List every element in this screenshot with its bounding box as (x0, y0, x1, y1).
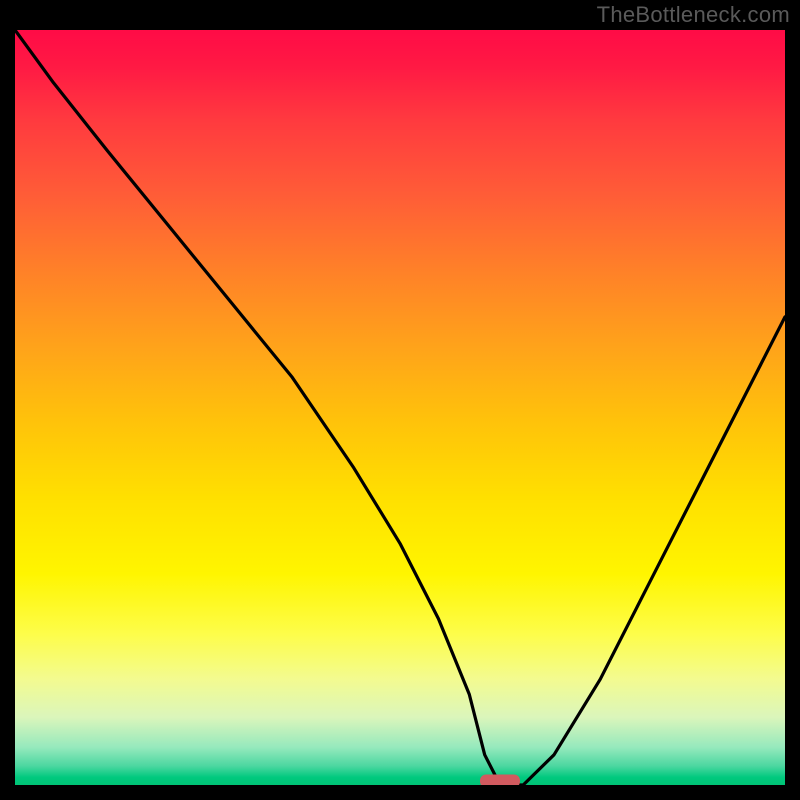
optimal-marker (480, 775, 520, 785)
bottleneck-curve-path (15, 30, 785, 785)
chart-frame: TheBottleneck.com (0, 0, 800, 800)
watermark-label: TheBottleneck.com (597, 2, 790, 28)
bottleneck-curve (15, 30, 785, 785)
plot-area (15, 30, 785, 785)
